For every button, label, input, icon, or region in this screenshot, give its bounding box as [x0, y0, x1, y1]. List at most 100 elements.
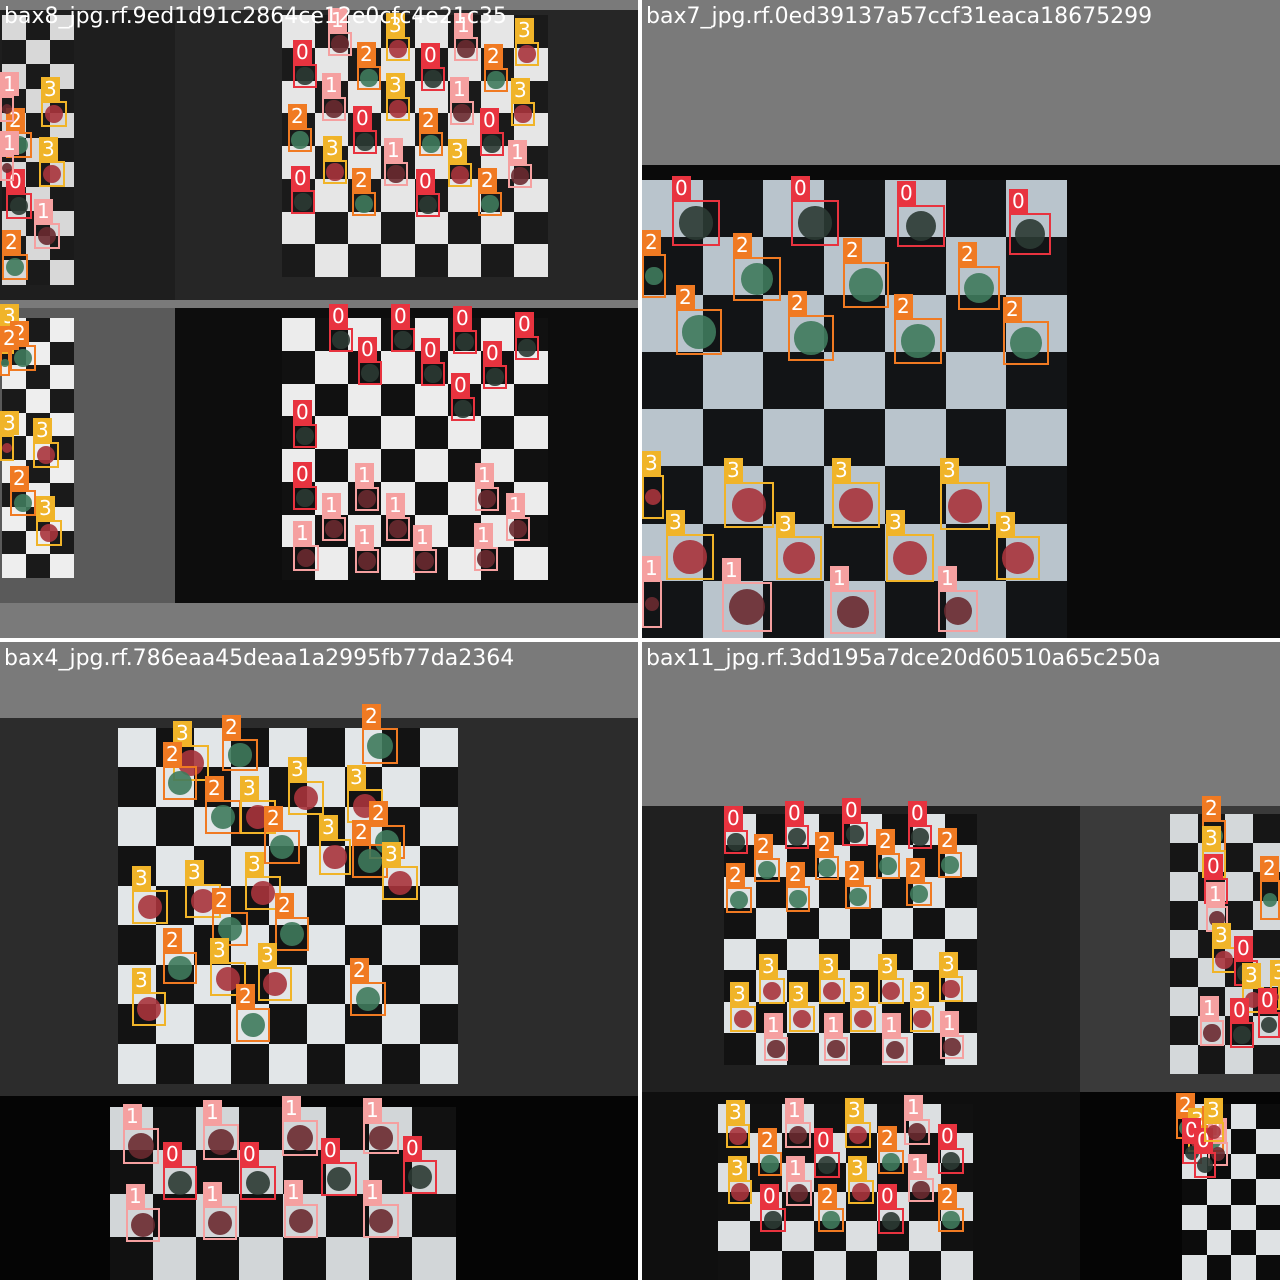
checker-piece: [456, 333, 474, 351]
detection-class-label: 1: [293, 521, 312, 545]
detection-class-label: 2: [788, 291, 807, 315]
checker-piece: [767, 1040, 785, 1058]
detection-class-label: 0: [897, 181, 916, 205]
detection-class-label: 3: [515, 18, 534, 42]
checker-piece: [296, 427, 314, 445]
detection-class-label: 1: [0, 72, 19, 96]
checker-piece: [326, 163, 344, 181]
checker-piece: [879, 857, 897, 875]
checker-piece: [912, 1181, 930, 1199]
checker-piece: [1215, 951, 1233, 969]
checker-piece: [645, 489, 661, 505]
detection-class-label: 1: [904, 1095, 923, 1119]
board-square: [1182, 1229, 1207, 1256]
detection-class-label: 3: [210, 938, 229, 962]
checker-piece: [727, 833, 745, 851]
checker-piece: [287, 1125, 313, 1151]
detection-class-label: 0: [353, 106, 372, 130]
detection-class-label: 0: [760, 1184, 779, 1208]
board-square: [1231, 1229, 1256, 1256]
board-square: [196, 1236, 241, 1280]
checker-piece: [487, 71, 505, 89]
detection-class-label: 1: [123, 1104, 142, 1128]
board-square: [414, 481, 449, 515]
detection-class-label: 3: [940, 458, 959, 482]
board-square: [913, 907, 945, 940]
checker-piece: [942, 980, 960, 998]
board-square: [269, 1004, 308, 1045]
board-square: [1170, 1045, 1198, 1075]
detection-class-label: 3: [347, 765, 366, 789]
checker-piece: [367, 733, 393, 759]
checker-piece: [323, 845, 347, 869]
detection-class-label: 2: [676, 285, 695, 309]
detection-class-label: 3: [33, 418, 52, 442]
detection-class-label: 2: [163, 928, 182, 952]
checker-piece: [331, 35, 349, 53]
detection-class-label: 2: [906, 858, 925, 882]
board-square: [1197, 1045, 1226, 1075]
board-square: [50, 365, 74, 390]
checker-piece: [355, 195, 373, 213]
detection-class-label: 1: [355, 463, 374, 487]
board-square: [306, 728, 345, 768]
board-square: [749, 1250, 782, 1280]
checker-piece: [518, 339, 536, 357]
board-square: [1206, 1229, 1232, 1256]
detection-class-label: 2: [958, 242, 977, 266]
detection-class-label: 0: [163, 1142, 182, 1166]
checker-piece: [1, 162, 13, 174]
checker-piece: [1, 442, 13, 454]
board-square: [315, 547, 350, 581]
detection-class-label: 3: [726, 1100, 745, 1124]
board-square: [1255, 1204, 1280, 1231]
board-square: [282, 1236, 327, 1280]
board-square: [1225, 814, 1253, 843]
detection-class-label: 1: [508, 140, 527, 164]
board-square: [945, 180, 1007, 238]
board-square: [315, 244, 350, 278]
detection-class-label: 3: [886, 510, 905, 534]
detection-class-label: 3: [1242, 963, 1261, 987]
checker-piece: [910, 885, 928, 903]
board-square: [1255, 1179, 1280, 1206]
detection-class-label: 3: [666, 510, 685, 534]
detection-class-label: 2: [478, 168, 497, 192]
checker-piece: [837, 596, 869, 628]
detection-class-label: 2: [1202, 796, 1221, 820]
board-square: [344, 885, 383, 926]
board-square: [50, 260, 74, 286]
board-square: [909, 1221, 942, 1252]
detection-class-label: 2: [369, 801, 388, 825]
detection-class-label: 3: [1212, 923, 1231, 947]
checker-piece: [361, 364, 379, 382]
board-square: [118, 728, 156, 768]
board-square: [513, 416, 548, 450]
checker-piece: [849, 268, 883, 302]
detection-class-label: 1: [506, 493, 525, 517]
board-square: [480, 211, 515, 245]
board-square: [50, 186, 74, 212]
checker-piece: [424, 365, 442, 383]
checker-piece: [798, 206, 832, 240]
checker-piece: [419, 196, 437, 214]
board-square: [420, 1043, 459, 1084]
board-square: [420, 1004, 459, 1045]
board-square: [1182, 1204, 1207, 1231]
checker-piece: [389, 40, 407, 58]
board-square: [381, 383, 416, 417]
checker-piece: [128, 1133, 154, 1159]
detection-class-label: 0: [403, 1136, 422, 1160]
detection-class-label: 2: [786, 862, 805, 886]
detection-class-label: 3: [848, 1156, 867, 1180]
board-square: [2, 388, 26, 413]
board-square: [414, 244, 449, 278]
detection-class-label: 2: [264, 806, 283, 830]
detection-class-label: 3: [245, 852, 264, 876]
detection-class-label: 3: [724, 458, 743, 482]
detection-class-label: 2: [10, 466, 29, 490]
board-square: [1231, 1154, 1256, 1181]
checker-piece: [511, 167, 529, 185]
detection-class-label: 3: [730, 982, 749, 1006]
detection-class-label: 2: [236, 984, 255, 1008]
